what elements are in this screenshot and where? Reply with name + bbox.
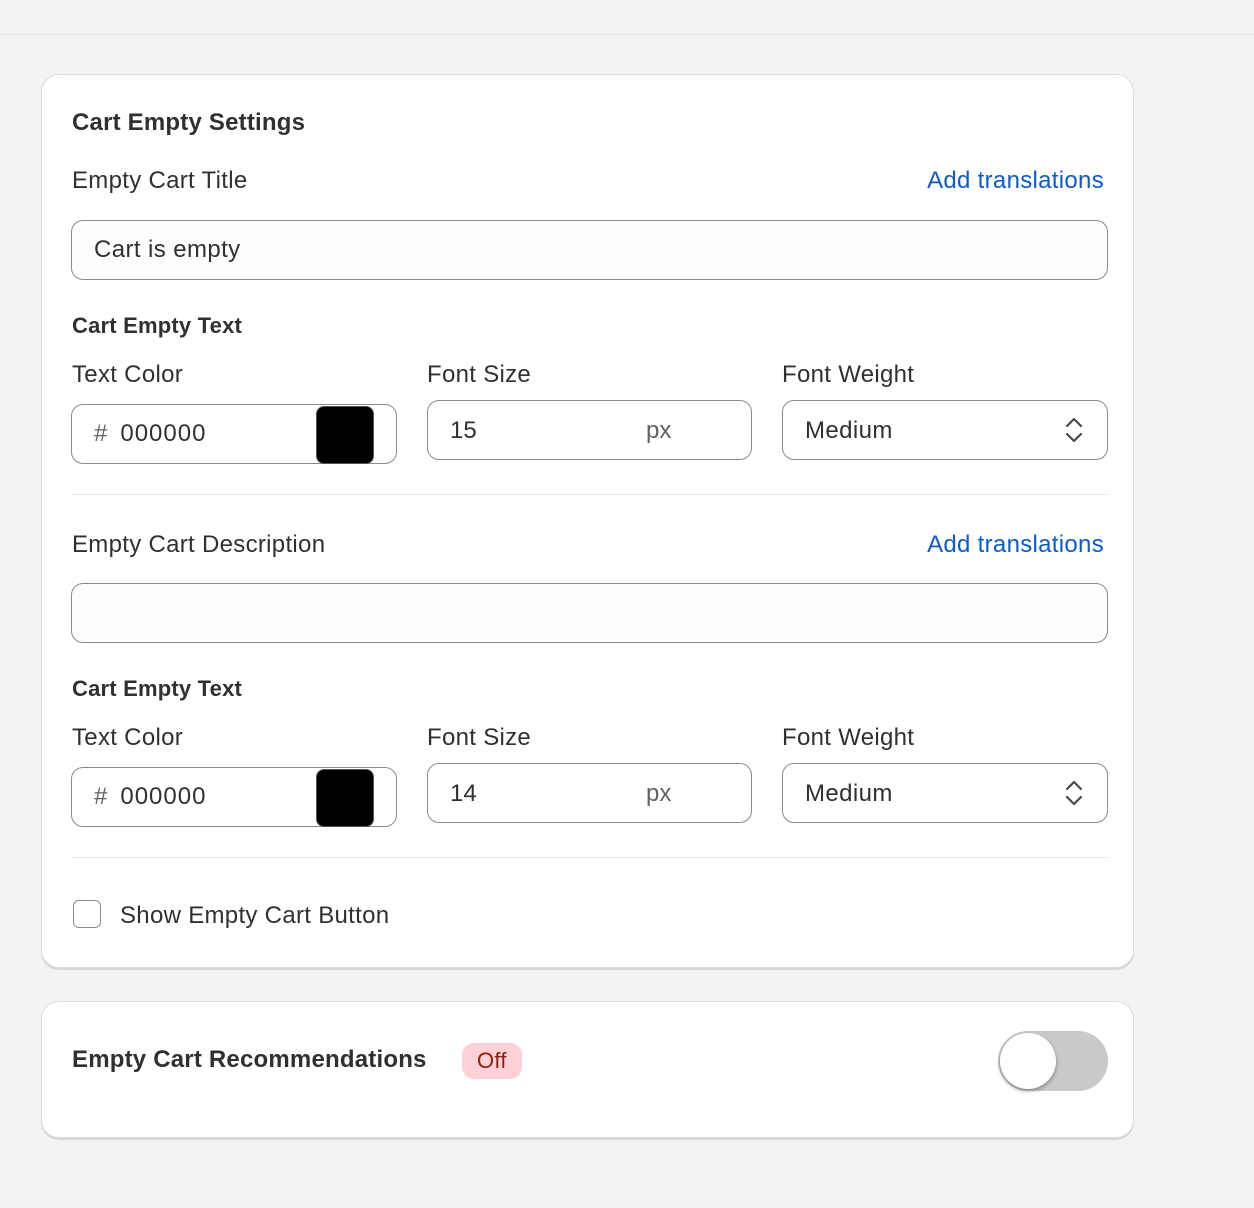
status-badge: Off xyxy=(462,1043,522,1079)
description-font-weight-select[interactable]: Medium xyxy=(782,763,1108,823)
title-add-translations-link[interactable]: Add translations xyxy=(927,167,1104,195)
title-font-size-unit: px xyxy=(646,417,672,444)
title-font-size-value: 15 xyxy=(450,417,477,444)
description-font-weight-value: Medium xyxy=(805,780,893,807)
description-font-size-label: Font Size xyxy=(427,724,532,751)
description-text-color-value: 000000 xyxy=(120,783,207,810)
empty-cart-description-input[interactable] xyxy=(71,583,1108,643)
description-font-size-unit: px xyxy=(646,780,672,807)
description-add-translations-link[interactable]: Add translations xyxy=(927,531,1104,559)
description-font-size-input[interactable]: 14 px xyxy=(427,763,752,823)
title-text-color-label: Text Color xyxy=(72,361,184,388)
recommendations-title: Empty Cart Recommendations xyxy=(72,1046,427,1073)
description-font-weight-label: Font Weight xyxy=(782,724,915,751)
select-chevron-icon xyxy=(1065,417,1083,443)
top-bar xyxy=(0,0,1254,35)
description-text-color-field[interactable]: # 000000 xyxy=(71,767,397,827)
title-font-size-label: Font Size xyxy=(427,361,532,388)
empty-cart-title-input[interactable]: Cart is empty xyxy=(71,220,1108,280)
hash-prefix: # xyxy=(94,783,109,810)
title-text-color-value: 000000 xyxy=(120,420,207,447)
title-text-color-field[interactable]: # 000000 xyxy=(71,404,397,464)
title-color-swatch[interactable] xyxy=(316,406,374,464)
cart-empty-settings-card: Cart Empty Settings Empty Cart Title Add… xyxy=(41,74,1134,968)
title-font-weight-select[interactable]: Medium xyxy=(782,400,1108,460)
hash-prefix: # xyxy=(94,420,109,447)
recommendations-toggle[interactable] xyxy=(998,1031,1108,1091)
select-chevron-icon xyxy=(1065,780,1083,806)
show-empty-cart-button-label: Show Empty Cart Button xyxy=(120,902,390,929)
show-empty-cart-button-checkbox[interactable] xyxy=(73,900,101,928)
empty-cart-description-label: Empty Cart Description xyxy=(72,531,326,558)
title-font-weight-label: Font Weight xyxy=(782,361,915,388)
divider xyxy=(71,857,1108,858)
empty-cart-title-label: Empty Cart Title xyxy=(72,167,248,194)
toggle-knob xyxy=(1000,1033,1056,1089)
description-color-swatch[interactable] xyxy=(316,769,374,827)
divider xyxy=(71,494,1108,495)
title-style-heading: Cart Empty Text xyxy=(72,313,243,338)
title-font-size-input[interactable]: 15 px xyxy=(427,400,752,460)
description-text-color-label: Text Color xyxy=(72,724,184,751)
description-style-heading: Cart Empty Text xyxy=(72,676,243,701)
section-title: Cart Empty Settings xyxy=(72,109,306,136)
title-font-weight-value: Medium xyxy=(805,417,893,444)
empty-cart-recommendations-card: Empty Cart Recommendations Off xyxy=(41,1001,1134,1138)
description-font-size-value: 14 xyxy=(450,780,477,807)
